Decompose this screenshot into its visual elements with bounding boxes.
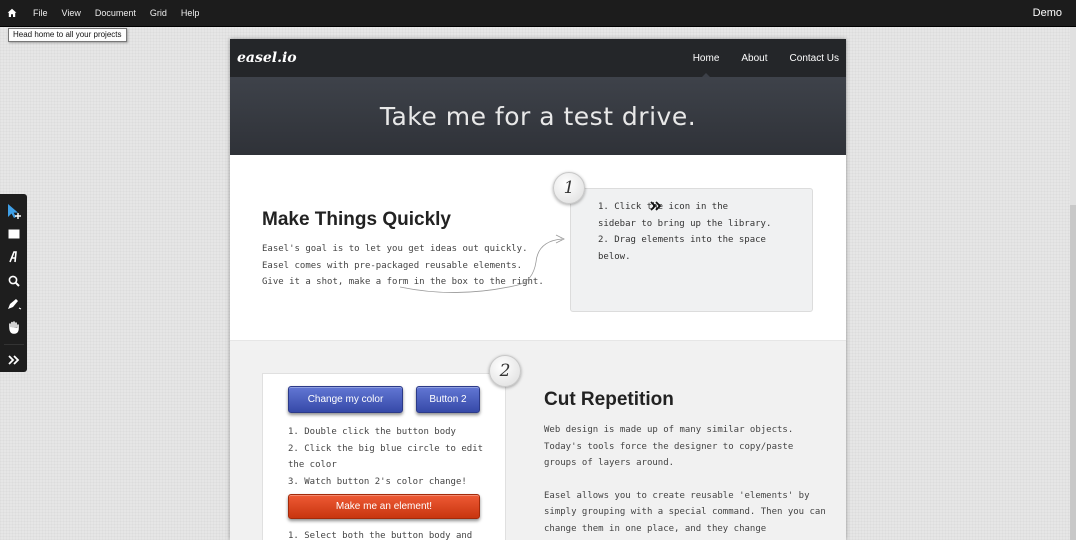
text-tool[interactable] — [3, 247, 25, 269]
nav-about[interactable]: About — [741, 53, 767, 64]
step-badge-1: 1 — [553, 172, 585, 204]
zoom-tool[interactable] — [3, 270, 25, 292]
site-logo[interactable]: easel.io — [237, 50, 297, 66]
element-demo-box: Change my color Button 2 1. Double click… — [262, 373, 506, 540]
callout-line: sidebar to bring up the library. — [598, 218, 772, 229]
select-tool[interactable] — [3, 200, 25, 222]
pen-tool[interactable] — [3, 293, 25, 315]
library-expand-icon — [650, 201, 662, 211]
tool-palette — [0, 194, 27, 372]
site-navbar: easel.io Home About Contact Us — [230, 39, 846, 77]
section2-line: Today's tools force the designer to copy… — [544, 441, 794, 452]
section2-line: Web design is made up of many similar ob… — [544, 425, 794, 435]
home-button[interactable] — [0, 0, 24, 27]
section2-line: groups of layers around. — [544, 458, 675, 468]
hand-tool[interactable] — [3, 316, 25, 338]
pen-icon — [7, 299, 21, 310]
menu-grid[interactable]: Grid — [150, 8, 167, 18]
demo-step: 3. Watch button 2's color change! — [288, 476, 467, 487]
scrollbar-thumb[interactable] — [1070, 205, 1076, 540]
demo-steps-b: 1. Select both the button body and — [288, 528, 488, 540]
demo-steps: 1. Double click the button body 2. Click… — [288, 424, 488, 490]
toolbar-divider — [3, 343, 24, 345]
rectangle-tool[interactable] — [3, 223, 25, 245]
demo-step: 1. Double click the button body — [288, 427, 456, 437]
callout-line: 2. Drag elements into the space — [598, 235, 766, 245]
step-badge-2: 2 — [489, 355, 521, 387]
select-icon — [7, 203, 21, 219]
section2-line: simply grouping with a special command. … — [544, 507, 826, 517]
section2-title: Cut Repetition — [544, 389, 674, 410]
rectangle-icon — [8, 229, 19, 239]
canvas-scrollbar[interactable] — [1070, 27, 1076, 540]
home-tooltip: Head home to all your projects — [8, 28, 127, 42]
callout-line: below. — [598, 251, 631, 262]
curved-arrow-doodle — [399, 234, 565, 293]
expand-icon — [7, 354, 19, 365]
menu-view[interactable]: View — [62, 8, 81, 18]
section-make-things: Make Things Quickly Easel's goal is to l… — [230, 155, 846, 341]
section2-line: change them in one place, and they chang… — [544, 523, 767, 534]
demo-step: the color — [288, 460, 337, 470]
demo-step: 1. Select both the button body and — [288, 531, 473, 540]
zoom-icon — [8, 275, 20, 287]
menu-help[interactable]: Help — [181, 8, 200, 18]
make-element-button[interactable]: Make me an element! — [288, 494, 480, 519]
nav-contact[interactable]: Contact Us — [790, 53, 839, 64]
site-nav-links: Home About Contact Us — [671, 39, 839, 77]
home-icon — [7, 8, 17, 17]
nav-home[interactable]: Home — [693, 53, 719, 77]
section-cut-repetition: Change my color Button 2 1. Double click… — [230, 341, 846, 540]
demo-step: 2. Click the big blue circle to edit — [288, 443, 484, 454]
hero-title: Take me for a test drive. — [379, 101, 697, 131]
section2-text: Web design is made up of many similar ob… — [544, 422, 834, 537]
hero-banner: Take me for a test drive. — [230, 77, 846, 155]
expand-library-tool[interactable] — [3, 349, 25, 371]
callout-line: 1. Click the icon in the — [598, 202, 729, 212]
section2-line: Easel allows you to create reusable 'ele… — [544, 490, 810, 501]
design-canvas[interactable]: easel.io Home About Contact Us Take me f… — [230, 39, 846, 540]
button-2[interactable]: Button 2 — [416, 386, 480, 413]
app-menubar: File View Document Grid Help Demo — [0, 0, 1076, 27]
change-color-button[interactable]: Change my color — [288, 386, 403, 413]
menu-file[interactable]: File — [33, 8, 48, 18]
text-icon — [8, 251, 17, 263]
menu-document[interactable]: Document — [95, 8, 136, 18]
hand-icon — [8, 321, 19, 335]
library-callout: 1. Click the icon in the sidebar to brin… — [570, 188, 813, 312]
project-name[interactable]: Demo — [1033, 7, 1062, 19]
